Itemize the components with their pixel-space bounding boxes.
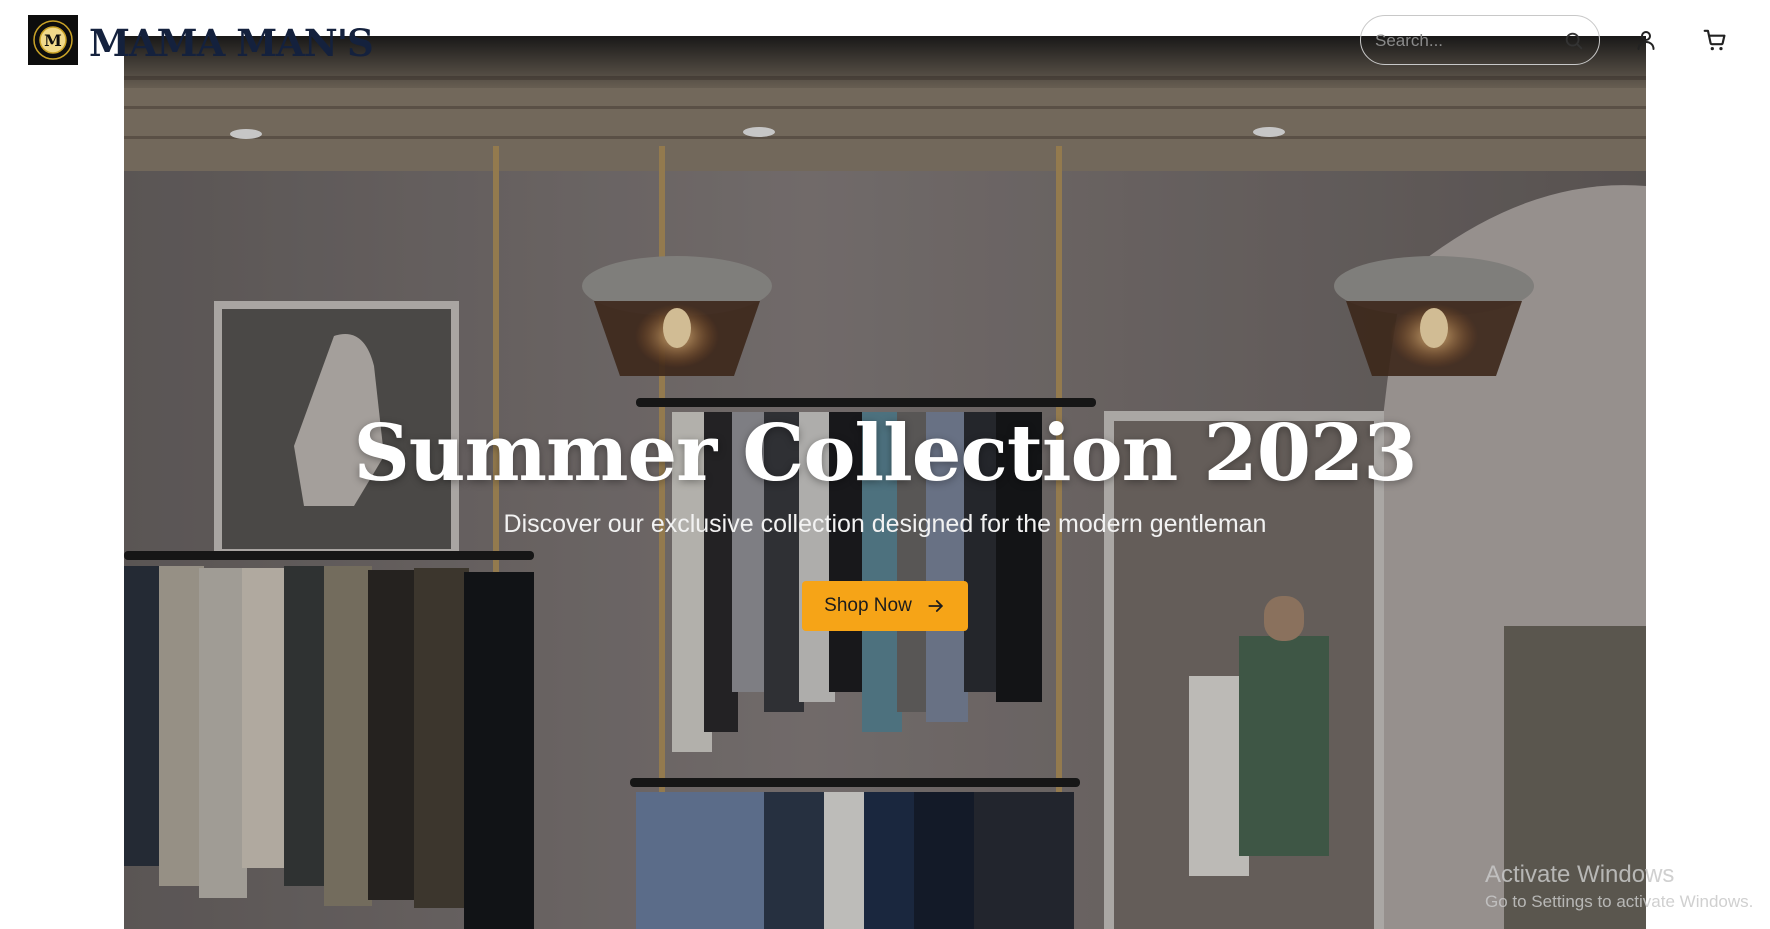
- hero-title: Summer Collection 2023: [353, 408, 1417, 499]
- cart-icon[interactable]: [1702, 27, 1728, 53]
- shop-now-label: Shop Now: [824, 595, 912, 616]
- hero-banner: Summer Collection 2023 Discover our excl…: [124, 36, 1646, 929]
- arrow-right-icon: [928, 600, 943, 612]
- hero-subtitle: Discover our exclusive collection design…: [503, 510, 1267, 538]
- logo-badge[interactable]: M: [28, 15, 78, 65]
- hero-content: Summer Collection 2023 Discover our excl…: [124, 406, 1646, 540]
- activate-windows-watermark: Activate Windows Go to Settings to activ…: [1485, 860, 1753, 914]
- search-box[interactable]: [1360, 15, 1600, 65]
- search-icon[interactable]: [1563, 30, 1585, 52]
- logo-letter: M: [44, 31, 62, 50]
- watermark-title: Activate Windows: [1485, 861, 1675, 888]
- watermark-subtitle: Go to Settings to activate Windows.: [1485, 892, 1754, 911]
- brand-name[interactable]: MAMA MAN'S: [89, 18, 374, 68]
- user-icon[interactable]: [1634, 28, 1658, 52]
- site-header: M MAMA MAN'S: [0, 0, 1770, 80]
- logo-emblem: M: [33, 20, 73, 60]
- search-input[interactable]: [1375, 28, 1545, 54]
- shop-now-button[interactable]: Shop Now: [802, 581, 968, 631]
